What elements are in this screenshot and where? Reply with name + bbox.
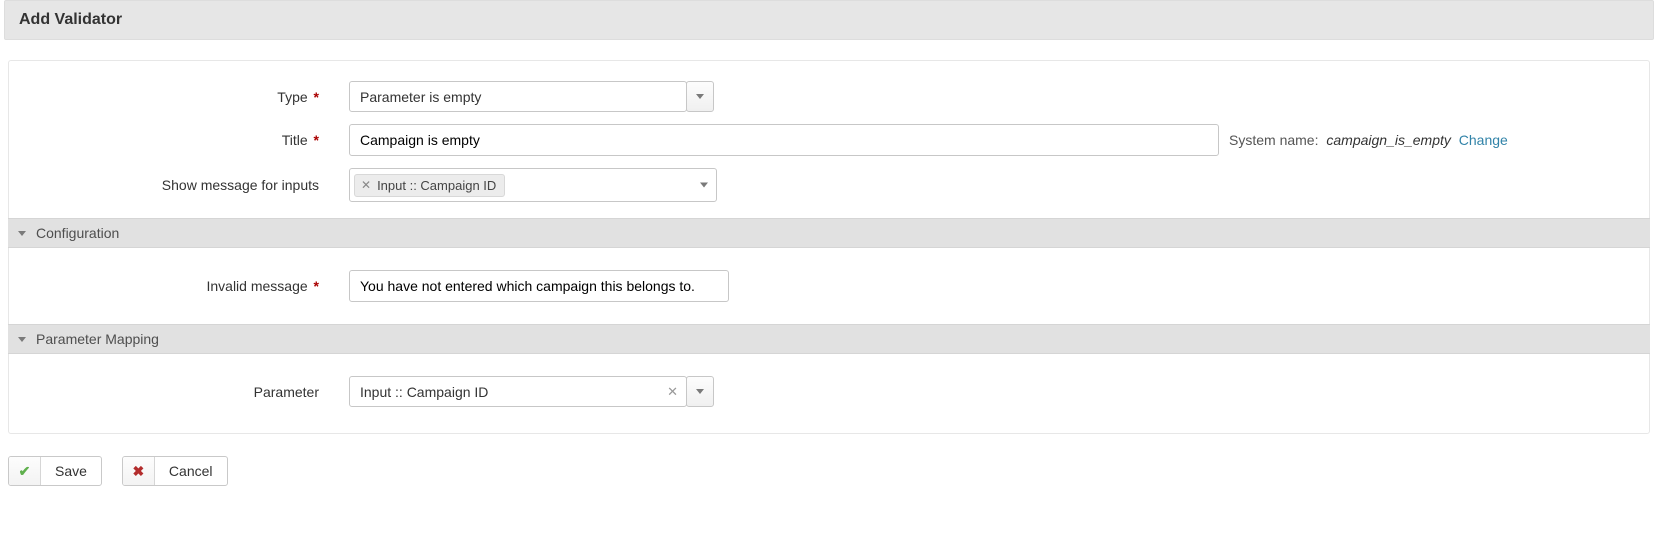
cancel-button-label: Cancel: [155, 457, 227, 485]
field-title: System name: campaign_is_empty Change: [349, 124, 1649, 156]
parameter-select[interactable]: Input :: Campaign ID ✕: [349, 376, 687, 407]
system-name-change-link[interactable]: Change: [1459, 132, 1508, 148]
save-button[interactable]: ✔ Save: [8, 456, 102, 486]
required-marker: *: [314, 89, 319, 105]
label-parameter: Parameter: [9, 384, 319, 400]
label-show-message: Show message for inputs: [9, 177, 319, 193]
page-header: Add Validator: [4, 0, 1654, 40]
close-icon[interactable]: ✕: [361, 179, 371, 191]
type-select-value: Parameter is empty: [360, 89, 481, 105]
type-select[interactable]: Parameter is empty: [349, 81, 687, 112]
label-type-text: Type: [277, 89, 307, 105]
field-show-message: ✕ Input :: Campaign ID: [349, 168, 1649, 202]
section-configuration-header[interactable]: Configuration: [8, 218, 1650, 248]
x-icon: ✖: [133, 463, 145, 480]
section-configuration-body: Invalid message *: [9, 258, 1649, 314]
section-configuration-title: Configuration: [36, 225, 119, 241]
type-select-toggle[interactable]: [686, 81, 714, 112]
show-message-multiselect[interactable]: ✕ Input :: Campaign ID: [349, 168, 717, 202]
system-name-label: System name:: [1229, 132, 1318, 148]
label-title-text: Title: [282, 132, 308, 148]
save-button-label: Save: [41, 457, 101, 485]
invalid-message-input[interactable]: [349, 270, 729, 302]
check-icon: ✔: [19, 463, 31, 480]
label-type: Type *: [9, 89, 319, 105]
field-type: Parameter is empty: [349, 81, 1649, 112]
system-name-value: campaign_is_empty: [1326, 132, 1451, 148]
chevron-down-icon: [696, 94, 704, 99]
parameter-select-value: Input :: Campaign ID: [360, 384, 488, 400]
label-invalid-message-text: Invalid message: [206, 278, 307, 294]
row-type: Type * Parameter is empty: [9, 75, 1649, 118]
label-invalid-message: Invalid message *: [9, 278, 319, 294]
label-parameter-text: Parameter: [254, 384, 319, 400]
section-parameter-mapping-body: Parameter Input :: Campaign ID ✕: [9, 364, 1649, 419]
close-icon[interactable]: ✕: [667, 384, 678, 400]
required-marker: *: [314, 278, 319, 294]
form-panel: Type * Parameter is empty Title * System…: [8, 60, 1650, 434]
chevron-down-icon: [696, 389, 704, 394]
field-invalid-message: [349, 270, 1649, 302]
section-parameter-mapping-title: Parameter Mapping: [36, 331, 159, 347]
system-name-block: System name: campaign_is_empty Change: [1229, 132, 1508, 148]
title-input[interactable]: [349, 124, 1219, 156]
row-title: Title * System name: campaign_is_empty C…: [9, 118, 1649, 162]
tag-label: Input :: Campaign ID: [377, 178, 496, 193]
button-row: ✔ Save ✖ Cancel: [0, 452, 1658, 516]
tag-item: ✕ Input :: Campaign ID: [354, 174, 505, 197]
page-title: Add Validator: [19, 11, 1639, 29]
label-title: Title *: [9, 132, 319, 148]
chevron-down-icon: [18, 337, 26, 342]
parameter-select-toggle[interactable]: [686, 376, 714, 407]
chevron-down-icon: [700, 183, 708, 188]
cancel-button[interactable]: ✖ Cancel: [122, 456, 228, 486]
required-marker: *: [314, 132, 319, 148]
row-show-message: Show message for inputs ✕ Input :: Campa…: [9, 162, 1649, 208]
field-parameter: Input :: Campaign ID ✕: [349, 376, 1649, 407]
section-parameter-mapping-header[interactable]: Parameter Mapping: [8, 324, 1650, 354]
row-parameter: Parameter Input :: Campaign ID ✕: [9, 370, 1649, 413]
label-show-message-text: Show message for inputs: [162, 177, 319, 193]
chevron-down-icon: [18, 231, 26, 236]
row-invalid-message: Invalid message *: [9, 264, 1649, 308]
